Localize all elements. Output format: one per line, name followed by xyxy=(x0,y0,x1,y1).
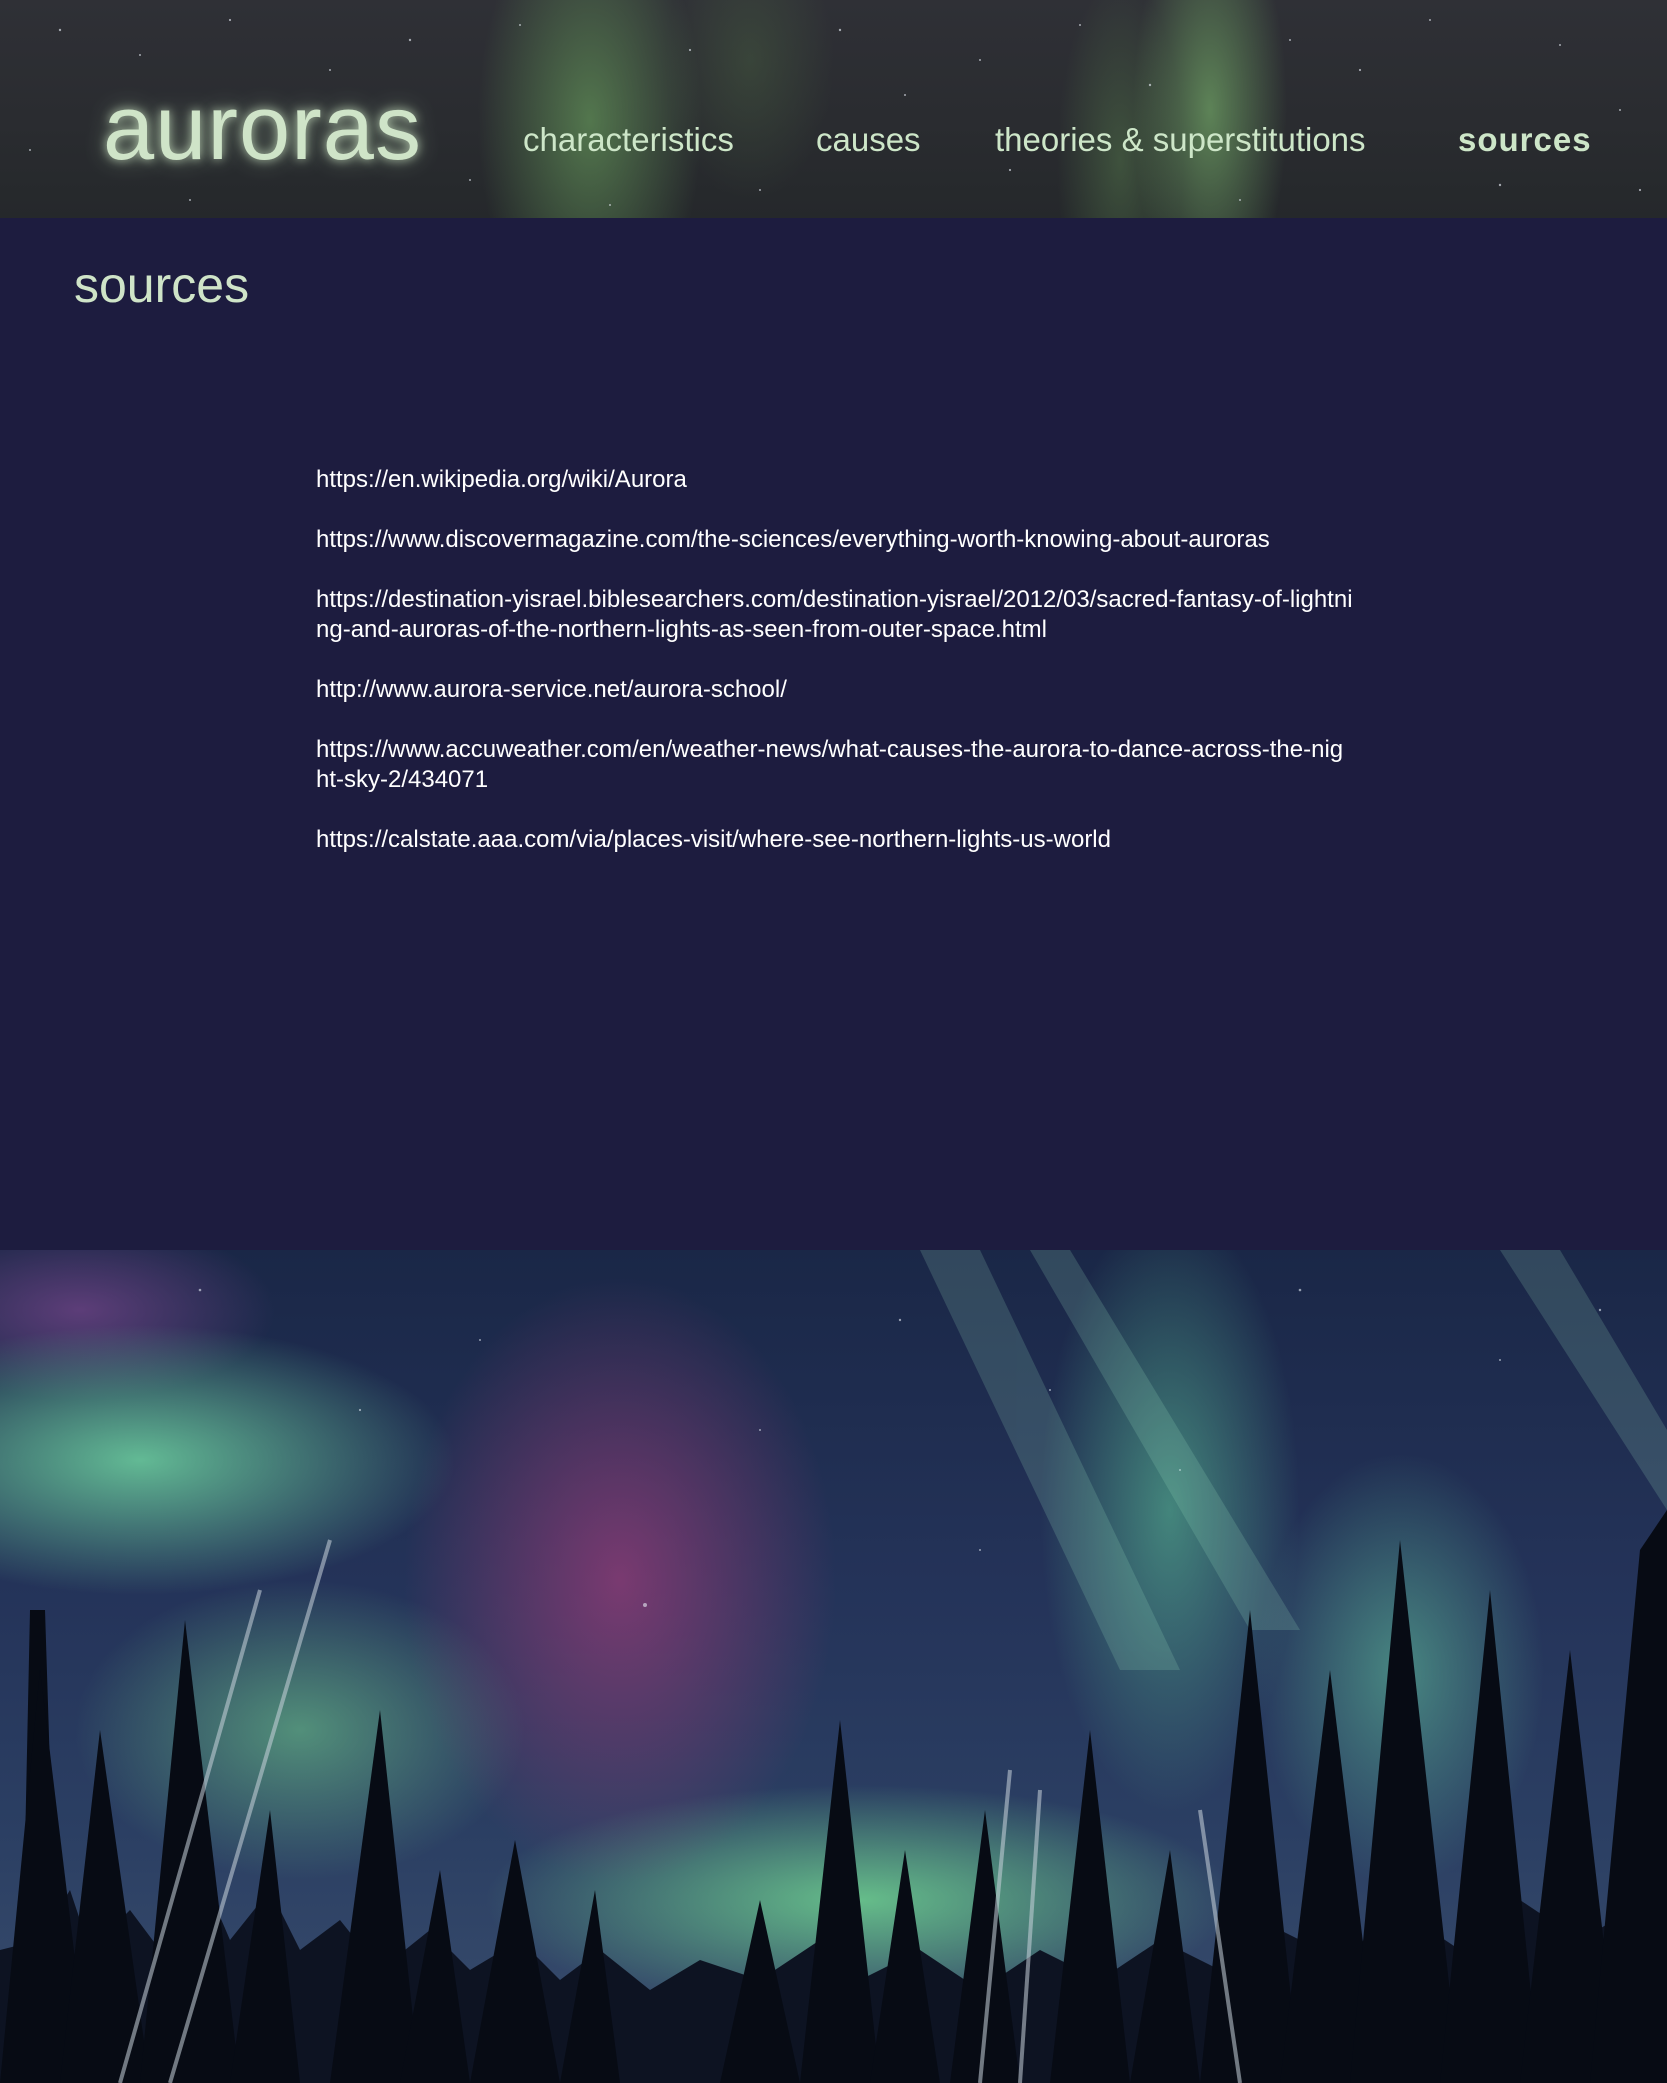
list-item: http://www.aurora-service.net/aurora-sch… xyxy=(316,675,1356,705)
source-link-wikipedia[interactable]: https://en.wikipedia.org/wiki/Aurora xyxy=(316,466,687,493)
source-link-aurora-service[interactable]: http://www.aurora-service.net/aurora-sch… xyxy=(316,676,787,703)
list-item: https://www.discovermagazine.com/the-sci… xyxy=(316,525,1356,555)
nav-item-theories-superstitions[interactable]: theories & superstitutions xyxy=(995,120,1366,160)
site-header: auroras characteristics causes theories … xyxy=(0,0,1667,218)
list-item: https://destination-yisrael.biblesearche… xyxy=(316,585,1356,645)
page: auroras characteristics causes theories … xyxy=(0,0,1667,2083)
nav-item-sources[interactable]: sources xyxy=(1458,120,1592,160)
source-link-accuweather[interactable]: https://www.accuweather.com/en/weather-n… xyxy=(316,736,1343,793)
nav-item-causes[interactable]: causes xyxy=(816,120,921,160)
aurora-forest-image xyxy=(0,1250,1667,2083)
nav-item-characteristics[interactable]: characteristics xyxy=(523,120,734,160)
page-title: sources xyxy=(74,257,250,313)
source-link-biblesearchers[interactable]: https://destination-yisrael.biblesearche… xyxy=(316,586,1353,643)
list-item: https://www.accuweather.com/en/weather-n… xyxy=(316,735,1356,795)
source-list: https://en.wikipedia.org/wiki/Aurora htt… xyxy=(316,465,1356,885)
main-content: sources https://en.wikipedia.org/wiki/Au… xyxy=(0,218,1667,1250)
list-item: https://calstate.aaa.com/via/places-visi… xyxy=(316,825,1356,855)
source-link-calstate-aaa[interactable]: https://calstate.aaa.com/via/places-visi… xyxy=(316,826,1111,853)
list-item: https://en.wikipedia.org/wiki/Aurora xyxy=(316,465,1356,495)
main-nav: characteristics causes theories & supers… xyxy=(0,120,1667,160)
source-link-discovermagazine[interactable]: https://www.discovermagazine.com/the-sci… xyxy=(316,526,1270,553)
forest-silhouette xyxy=(0,1250,1667,2083)
